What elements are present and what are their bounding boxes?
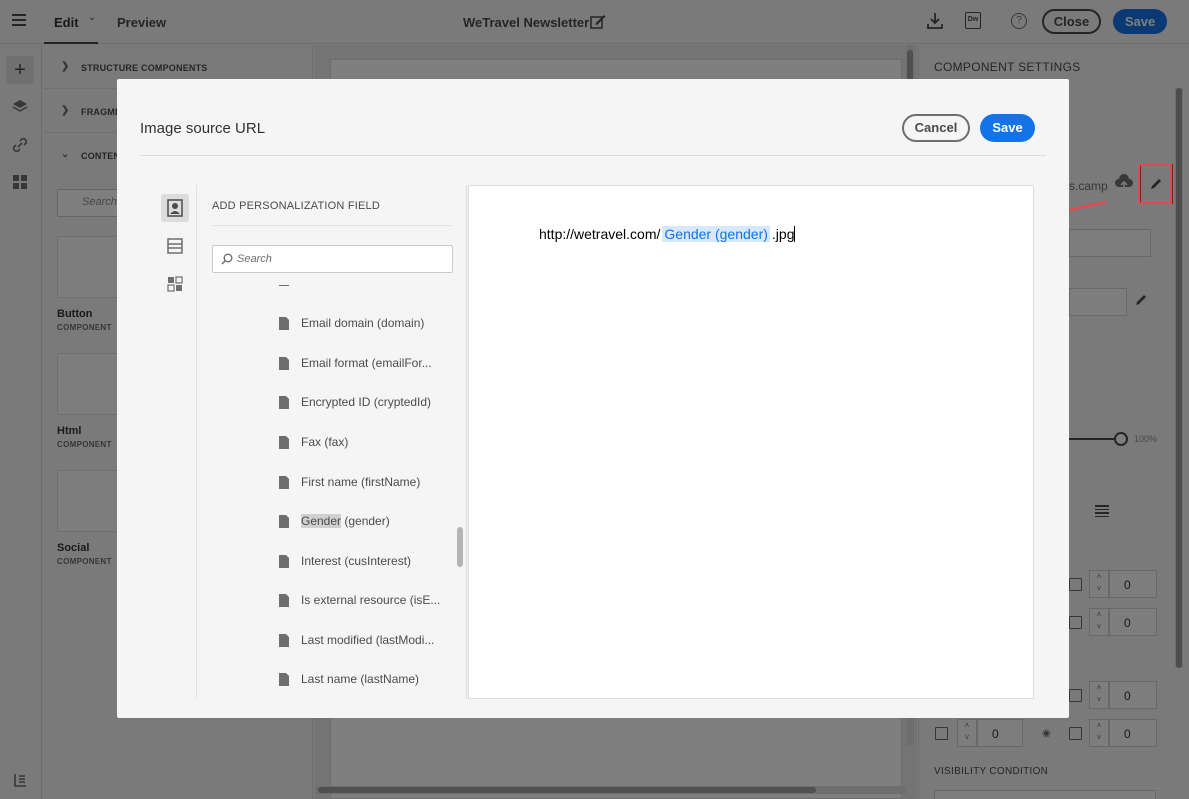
document-icon xyxy=(279,285,289,286)
personalization-field-list: ADD PERSONALIZATION FIELD Search Email d… xyxy=(197,185,467,699)
image-url-dialog: Image source URL Cancel Save ADD PERSONA… xyxy=(117,79,1069,718)
fragments-icon[interactable] xyxy=(161,270,189,298)
personalization-token[interactable]: Gender (gender) xyxy=(662,226,770,242)
list-item-label: Last name (lastName) xyxy=(301,672,420,686)
list-item-label-rest: (gender) xyxy=(341,514,390,528)
list-title: ADD PERSONALIZATION FIELD xyxy=(212,200,380,212)
field-items: Email domain (domain) Email format (emai… xyxy=(197,285,455,699)
document-icon xyxy=(279,476,289,489)
list-item-partial[interactable] xyxy=(279,285,439,291)
field-type-bar xyxy=(153,185,197,699)
text-caret xyxy=(794,226,796,242)
list-item-label: First name (firstName) xyxy=(301,475,421,489)
list-item[interactable]: Last modified (lastModi... xyxy=(279,632,439,652)
list-item[interactable]: Is external resource (isE... xyxy=(279,592,441,612)
document-icon xyxy=(279,673,289,686)
profile-fields-icon[interactable] xyxy=(161,194,189,222)
content-blocks-icon[interactable] xyxy=(161,232,189,260)
list-item-label: Email domain (domain) xyxy=(301,316,425,330)
list-item-label: Fax (fax) xyxy=(301,435,349,449)
search-icon xyxy=(221,253,233,265)
list-item-label: Last modified (lastModi... xyxy=(301,633,435,647)
url-prefix: http://wetravel.com/ xyxy=(539,226,661,242)
list-item[interactable]: First name (firstName) xyxy=(279,474,439,494)
url-suffix: .jpg xyxy=(771,226,795,242)
dialog-save-button[interactable]: Save xyxy=(980,114,1035,142)
divider xyxy=(212,225,452,226)
list-item-label: Is external resource (isE... xyxy=(301,593,441,607)
url-expression[interactable]: http://wetravel.com/Gender (gender) .jpg xyxy=(539,226,796,242)
document-icon xyxy=(279,555,289,568)
list-item-label: Email format (emailFor... xyxy=(301,356,432,370)
document-icon xyxy=(279,396,289,409)
list-item[interactable]: Encrypted ID (cryptedId) xyxy=(279,394,439,414)
cancel-button[interactable]: Cancel xyxy=(902,114,970,142)
list-item-label: Encrypted ID (cryptedId) xyxy=(301,395,432,409)
list-item-gender[interactable]: Gender (gender) xyxy=(279,513,439,533)
dialog-title: Image source URL xyxy=(140,120,266,137)
document-icon xyxy=(279,594,289,607)
document-icon xyxy=(279,357,289,370)
document-icon xyxy=(279,436,289,449)
annotation-box xyxy=(1138,164,1172,204)
list-item[interactable]: Interest (cusInterest) xyxy=(279,553,439,573)
field-search-input[interactable]: Search xyxy=(212,245,453,273)
list-item[interactable]: Fax (fax) xyxy=(279,434,439,454)
document-icon xyxy=(279,515,289,528)
url-editor[interactable]: http://wetravel.com/Gender (gender) .jpg xyxy=(468,185,1034,699)
document-icon xyxy=(279,634,289,647)
list-item-label: Interest (cusInterest) xyxy=(301,554,412,568)
list-item[interactable]: Email format (emailFor... xyxy=(279,355,439,375)
list-item-label: Gender (gender) xyxy=(301,514,390,528)
list-item[interactable]: Email domain (domain) xyxy=(279,315,439,335)
document-icon xyxy=(279,317,289,330)
search-match-highlight: Gender xyxy=(301,514,342,528)
list-scroll-thumb[interactable] xyxy=(457,527,463,567)
divider xyxy=(140,155,1046,156)
list-item[interactable]: Last name (lastName) xyxy=(279,671,439,691)
